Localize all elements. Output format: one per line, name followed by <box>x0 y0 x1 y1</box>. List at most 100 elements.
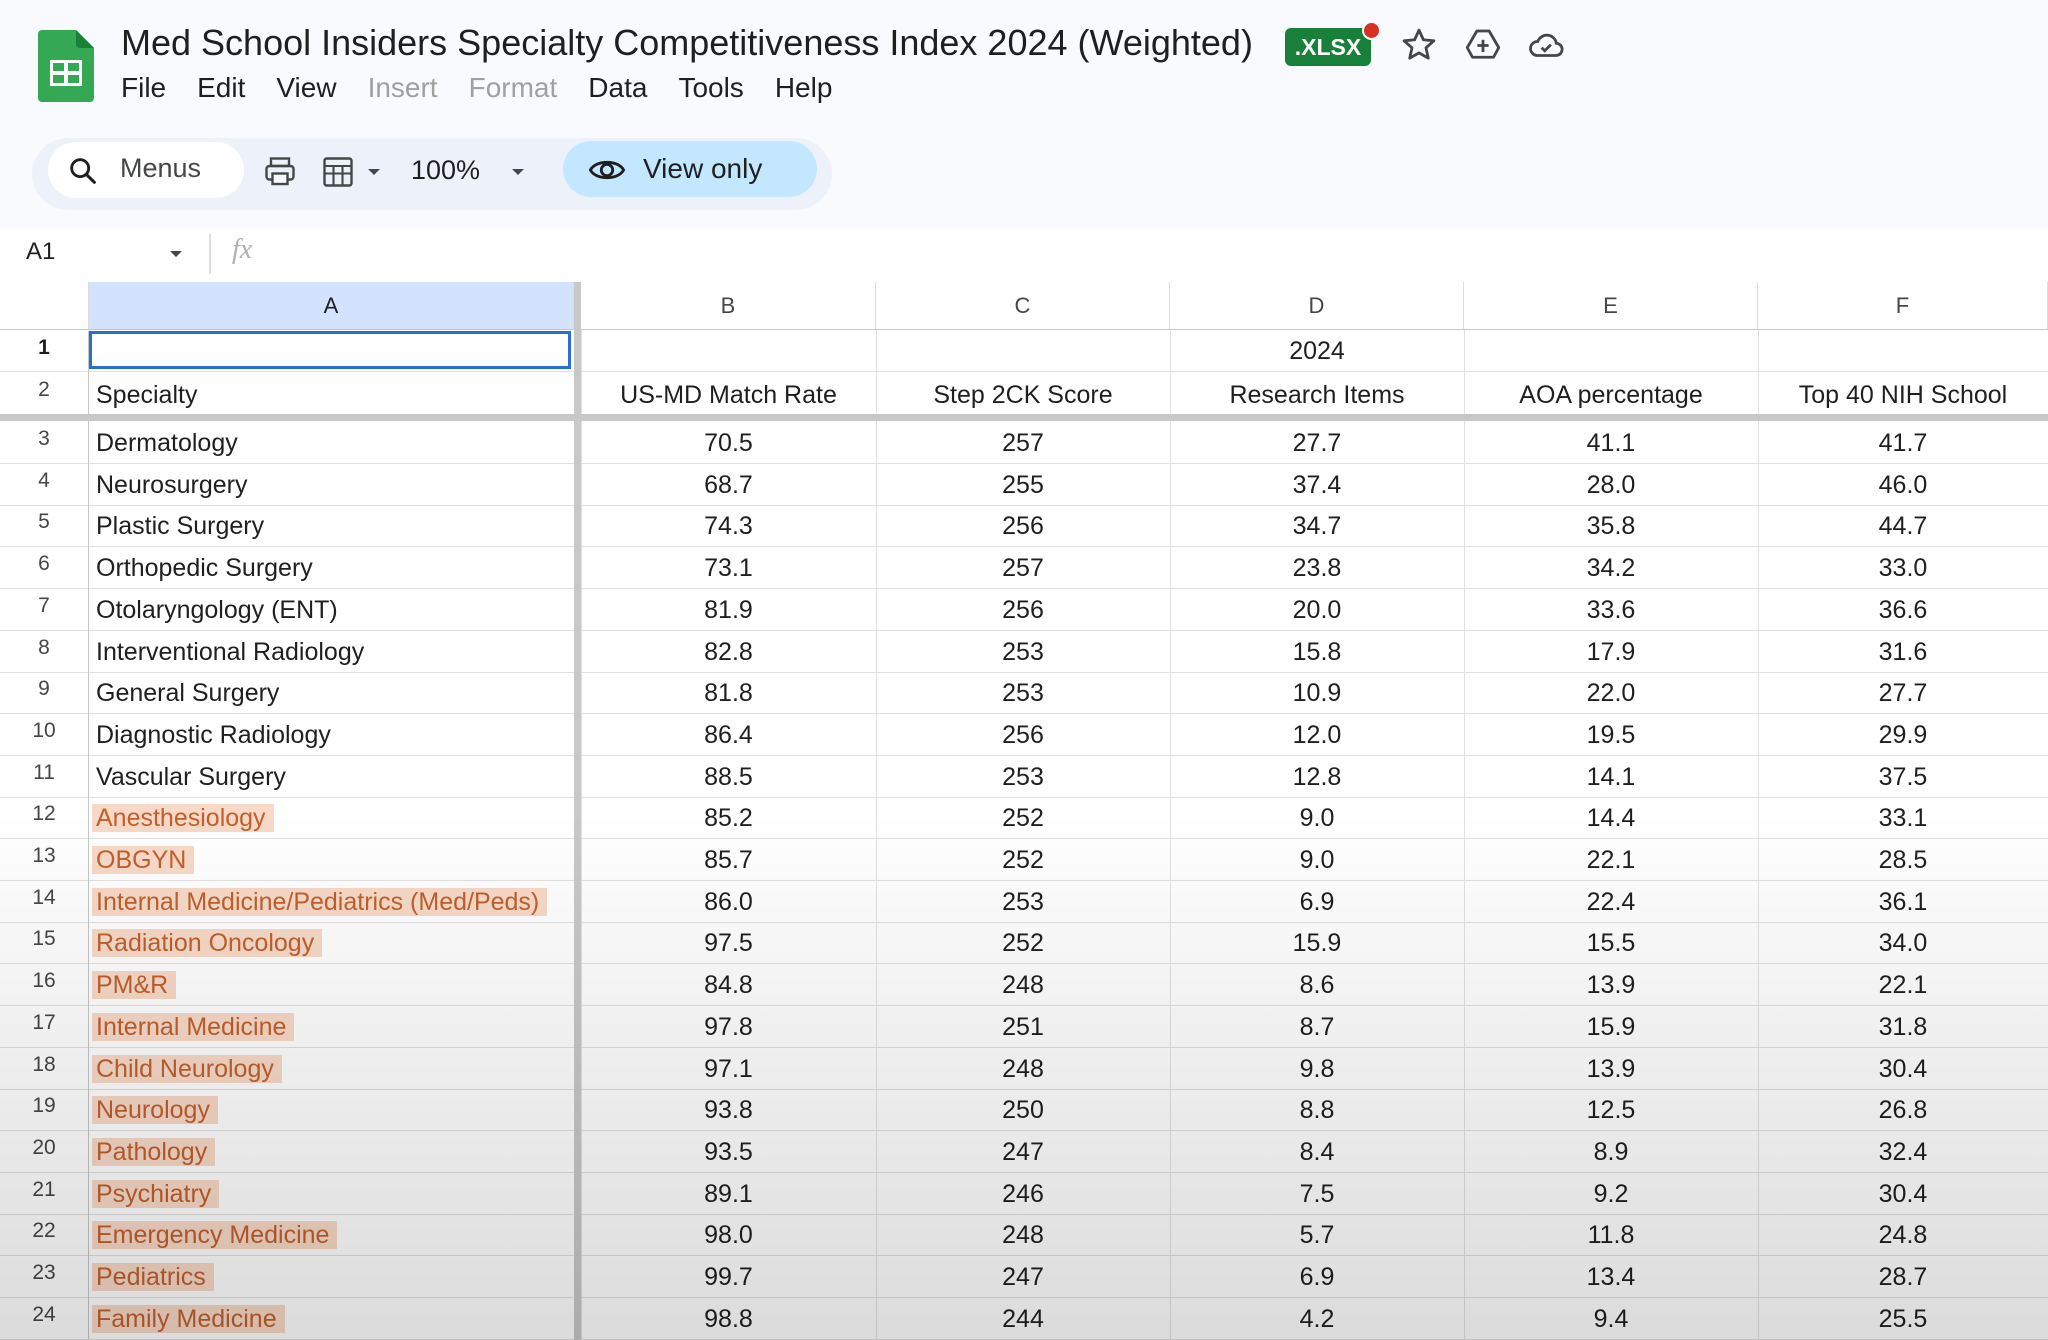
specialty-cell[interactable]: Pathology <box>92 1132 572 1172</box>
value-cell[interactable]: 13.9 <box>1464 965 1758 1005</box>
value-cell[interactable]: 257 <box>876 548 1170 588</box>
row-header[interactable]: 18 <box>0 1047 89 1089</box>
value-cell[interactable]: 15.8 <box>1170 632 1464 672</box>
value-cell[interactable]: 252 <box>876 840 1170 880</box>
sheets-logo-icon[interactable] <box>38 30 94 102</box>
value-cell[interactable]: 33.6 <box>1464 590 1758 630</box>
value-cell[interactable]: 248 <box>876 1215 1170 1255</box>
specialty-cell[interactable]: Interventional Radiology <box>96 632 572 672</box>
value-cell[interactable]: 22.1 <box>1464 840 1758 880</box>
value-cell[interactable]: 99.7 <box>581 1257 876 1297</box>
value-cell[interactable]: 97.1 <box>581 1049 876 1089</box>
row-header[interactable]: 21 <box>0 1172 89 1214</box>
value-cell[interactable]: 31.8 <box>1758 1007 2048 1047</box>
value-cell[interactable]: 27.7 <box>1170 423 1464 463</box>
aoa-header[interactable]: AOA percentage <box>1464 375 1758 415</box>
value-cell[interactable]: 10.9 <box>1170 673 1464 713</box>
value-cell[interactable]: 46.0 <box>1758 465 2048 505</box>
specialty-cell[interactable]: Orthopedic Surgery <box>96 548 572 588</box>
value-cell[interactable]: 15.9 <box>1464 1007 1758 1047</box>
specialty-cell[interactable]: Internal Medicine <box>92 1007 572 1047</box>
row-header[interactable]: 22 <box>0 1213 89 1255</box>
value-cell[interactable]: 14.4 <box>1464 798 1758 838</box>
row-header[interactable]: 10 <box>0 713 89 755</box>
value-cell[interactable]: 6.9 <box>1170 1257 1464 1297</box>
move-to-drive-icon[interactable] <box>1462 24 1504 66</box>
column-header-b[interactable]: B <box>581 282 876 330</box>
value-cell[interactable]: 256 <box>876 715 1170 755</box>
value-cell[interactable]: 9.8 <box>1170 1049 1464 1089</box>
value-cell[interactable]: 11.8 <box>1464 1215 1758 1255</box>
value-cell[interactable]: 253 <box>876 757 1170 797</box>
value-cell[interactable]: 33.0 <box>1758 548 2048 588</box>
row-header[interactable]: 1 <box>0 331 89 371</box>
value-cell[interactable]: 248 <box>876 1049 1170 1089</box>
select-all-corner[interactable] <box>0 282 89 330</box>
specialty-cell[interactable]: Neurology <box>92 1090 572 1130</box>
value-cell[interactable]: 23.8 <box>1170 548 1464 588</box>
value-cell[interactable]: 12.5 <box>1464 1090 1758 1130</box>
column-header-c[interactable]: C <box>876 282 1170 330</box>
value-cell[interactable]: 89.1 <box>581 1174 876 1214</box>
value-cell[interactable]: 22.0 <box>1464 673 1758 713</box>
row-header[interactable]: 11 <box>0 755 89 797</box>
specialty-cell[interactable]: Plastic Surgery <box>96 506 572 546</box>
row-header[interactable]: 6 <box>0 546 89 588</box>
value-cell[interactable]: 97.5 <box>581 923 876 963</box>
frozen-column-divider[interactable] <box>574 282 581 1340</box>
value-cell[interactable]: 34.7 <box>1170 506 1464 546</box>
print-icon[interactable] <box>262 154 298 190</box>
value-cell[interactable]: 8.4 <box>1170 1132 1464 1172</box>
menu-insert[interactable]: Insert <box>368 72 438 104</box>
value-cell[interactable]: 246 <box>876 1174 1170 1214</box>
value-cell[interactable]: 12.8 <box>1170 757 1464 797</box>
value-cell[interactable]: 28.7 <box>1758 1257 2048 1297</box>
value-cell[interactable]: 93.5 <box>581 1132 876 1172</box>
frozen-row-divider[interactable] <box>0 414 2048 421</box>
menu-help[interactable]: Help <box>775 72 833 104</box>
zoom-select[interactable]: 100% <box>411 155 480 186</box>
step2ck-header[interactable]: Step 2CK Score <box>876 375 1170 415</box>
specialty-cell[interactable]: PM&R <box>92 965 572 1005</box>
value-cell[interactable]: 257 <box>876 423 1170 463</box>
menu-edit[interactable]: Edit <box>197 72 245 104</box>
menu-data[interactable]: Data <box>588 72 647 104</box>
value-cell[interactable]: 252 <box>876 798 1170 838</box>
selected-cell-a1[interactable] <box>89 331 571 369</box>
value-cell[interactable]: 33.1 <box>1758 798 2048 838</box>
row-header[interactable]: 23 <box>0 1255 89 1297</box>
value-cell[interactable]: 41.1 <box>1464 423 1758 463</box>
cloud-status-icon[interactable] <box>1525 24 1567 66</box>
value-cell[interactable]: 24.8 <box>1758 1215 2048 1255</box>
value-cell[interactable]: 68.7 <box>581 465 876 505</box>
value-cell[interactable]: 30.4 <box>1758 1174 2048 1214</box>
value-cell[interactable]: 74.3 <box>581 506 876 546</box>
value-cell[interactable]: 17.9 <box>1464 632 1758 672</box>
value-cell[interactable]: 247 <box>876 1132 1170 1172</box>
value-cell[interactable]: 98.8 <box>581 1299 876 1339</box>
specialty-cell[interactable]: General Surgery <box>96 673 572 713</box>
value-cell[interactable]: 251 <box>876 1007 1170 1047</box>
value-cell[interactable]: 248 <box>876 965 1170 1005</box>
specialty-cell[interactable]: Anesthesiology <box>92 798 572 838</box>
value-cell[interactable]: 36.1 <box>1758 882 2048 922</box>
specialty-cell[interactable]: Diagnostic Radiology <box>96 715 572 755</box>
row-header[interactable]: 15 <box>0 921 89 963</box>
menus-search-label[interactable]: Menus <box>120 153 201 184</box>
value-cell[interactable]: 19.5 <box>1464 715 1758 755</box>
match-rate-header[interactable]: US-MD Match Rate <box>581 375 876 415</box>
document-title[interactable]: Med School Insiders Specialty Competitiv… <box>121 22 1253 64</box>
specialty-cell[interactable]: OBGYN <box>92 840 572 880</box>
row-header[interactable]: 13 <box>0 838 89 880</box>
specialty-cell[interactable]: Dermatology <box>96 423 572 463</box>
value-cell[interactable]: 30.4 <box>1758 1049 2048 1089</box>
value-cell[interactable]: 34.0 <box>1758 923 2048 963</box>
value-cell[interactable]: 37.4 <box>1170 465 1464 505</box>
specialty-cell[interactable]: Emergency Medicine <box>92 1215 572 1255</box>
value-cell[interactable]: 7.5 <box>1170 1174 1464 1214</box>
value-cell[interactable]: 37.5 <box>1758 757 2048 797</box>
specialty-cell[interactable]: Neurosurgery <box>96 465 572 505</box>
value-cell[interactable]: 256 <box>876 506 1170 546</box>
value-cell[interactable]: 250 <box>876 1090 1170 1130</box>
star-icon[interactable] <box>1398 24 1440 66</box>
